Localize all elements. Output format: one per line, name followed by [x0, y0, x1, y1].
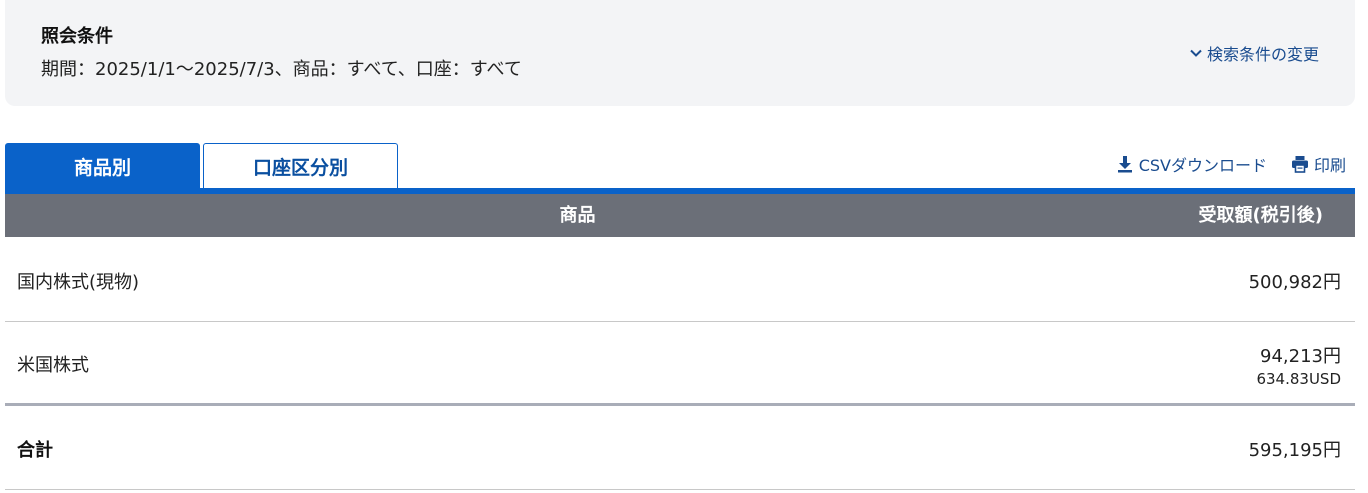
table-header: 商品 受取額(税引後) [5, 194, 1355, 237]
row-product: 国内株式(現物) [17, 272, 140, 293]
page: 照会条件 期間：2025/1/1～2025/7/3、商品：すべて、口座：すべて … [0, 0, 1368, 493]
row-amount: 500,982円 [1248, 272, 1341, 293]
tab-by-product[interactable]: 商品別 [5, 143, 200, 189]
column-header-product: 商品 [559, 205, 596, 226]
table-actions: CSVダウンロード 印刷 [1116, 152, 1346, 176]
tab-by-account-type[interactable]: 口座区分別 [203, 143, 398, 189]
total-label: 合計 [17, 440, 53, 461]
printer-icon [1291, 156, 1308, 173]
chevron-down-icon [1190, 49, 1202, 57]
conditions-title: 照会条件 [41, 26, 113, 47]
csv-download-button[interactable]: CSVダウンロード [1116, 152, 1267, 176]
conditions-summary: 期間：2025/1/1～2025/7/3、商品：すべて、口座：すべて [41, 59, 522, 80]
column-header-amount: 受取額(税引後) [1198, 205, 1323, 226]
table-row: 国内株式(現物) 500,982円 [5, 237, 1355, 322]
row-amount: 94,213円 [1260, 346, 1341, 367]
change-search-conditions-link[interactable]: 検索条件の変更 [1189, 41, 1319, 65]
table-total-row: 合計 595,195円 [5, 406, 1355, 490]
print-button[interactable]: 印刷 [1291, 152, 1346, 176]
csv-download-label: CSVダウンロード [1138, 156, 1267, 175]
print-label: 印刷 [1313, 156, 1346, 175]
search-conditions-panel: 照会条件 期間：2025/1/1～2025/7/3、商品：すべて、口座：すべて … [5, 0, 1355, 106]
change-search-conditions-label: 検索条件の変更 [1206, 45, 1319, 64]
table-row: 米国株式 94,213円 634.83USD [5, 322, 1355, 406]
row-product: 米国株式 [17, 355, 89, 376]
row-amount-usd: 634.83USD [1256, 370, 1341, 388]
total-amount: 595,195円 [1248, 440, 1341, 461]
download-icon [1117, 156, 1132, 173]
